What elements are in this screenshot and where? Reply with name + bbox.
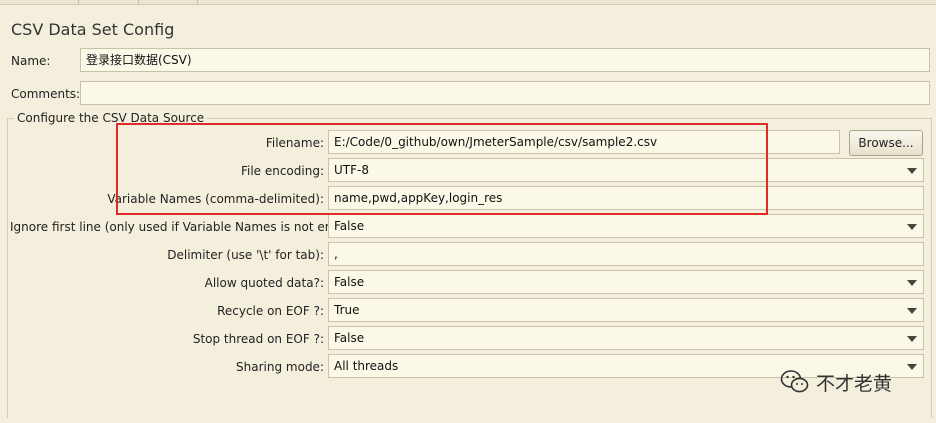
stop-thread-eof-combo[interactable]: False — [328, 326, 924, 350]
delimiter-label: Delimiter (use '\t' for tab): — [167, 248, 324, 262]
chevron-down-icon[interactable] — [907, 336, 917, 342]
chevron-down-icon[interactable] — [907, 280, 917, 286]
watermark-text: 不才老黄 — [816, 372, 893, 395]
chevron-down-icon[interactable] — [907, 308, 917, 314]
group-legend: Configure the CSV Data Source — [14, 111, 208, 125]
chevron-down-icon[interactable] — [907, 364, 917, 370]
name-label: Name: — [11, 54, 51, 68]
sharing-mode-label: Sharing mode: — [236, 360, 324, 374]
filename-input[interactable]: E:/Code/0_github/own/JmeterSample/csv/sa… — [328, 130, 840, 154]
delimiter-input[interactable]: , — [328, 242, 924, 266]
tab-divider — [138, 0, 139, 4]
file-encoding-combo[interactable]: UTF-8 — [328, 158, 924, 182]
watermark: 不才老黄 — [780, 367, 892, 397]
chevron-down-icon[interactable] — [907, 168, 917, 174]
top-tab-strip — [0, 0, 936, 5]
tab-divider — [197, 0, 198, 4]
file-encoding-value: UTF-8 — [334, 163, 369, 177]
sharing-mode-value: All threads — [334, 359, 399, 373]
ignore-first-line-combo[interactable]: False — [328, 214, 924, 238]
wechat-icon — [780, 370, 809, 393]
comments-label: Comments: — [11, 87, 81, 101]
allow-quoted-combo[interactable]: False — [328, 270, 924, 294]
name-input[interactable]: 登录接口数据(CSV) — [80, 48, 930, 72]
recycle-eof-value: True — [334, 303, 360, 317]
comments-input[interactable] — [80, 81, 930, 105]
recycle-eof-combo[interactable]: True — [328, 298, 924, 322]
ignore-first-line-label: Ignore first line (only used if Variable… — [10, 220, 365, 234]
panel-title: CSV Data Set Config — [11, 20, 175, 39]
variable-names-label: Variable Names (comma-delimited): — [107, 192, 324, 206]
allow-quoted-label: Allow quoted data?: — [204, 276, 324, 290]
ignore-first-line-value: False — [334, 219, 365, 233]
filename-label: Filename: — [265, 136, 324, 150]
variable-names-input[interactable]: name,pwd,appKey,login_res — [328, 186, 924, 210]
allow-quoted-value: False — [334, 275, 365, 289]
file-encoding-label: File encoding: — [240, 164, 324, 178]
tab-divider — [78, 0, 79, 4]
stop-thread-eof-label: Stop thread on EOF ?: — [192, 332, 324, 346]
stop-thread-eof-value: False — [334, 331, 365, 345]
chevron-down-icon[interactable] — [907, 224, 917, 230]
browse-button[interactable]: Browse... — [849, 130, 923, 156]
recycle-eof-label: Recycle on EOF ?: — [217, 304, 324, 318]
